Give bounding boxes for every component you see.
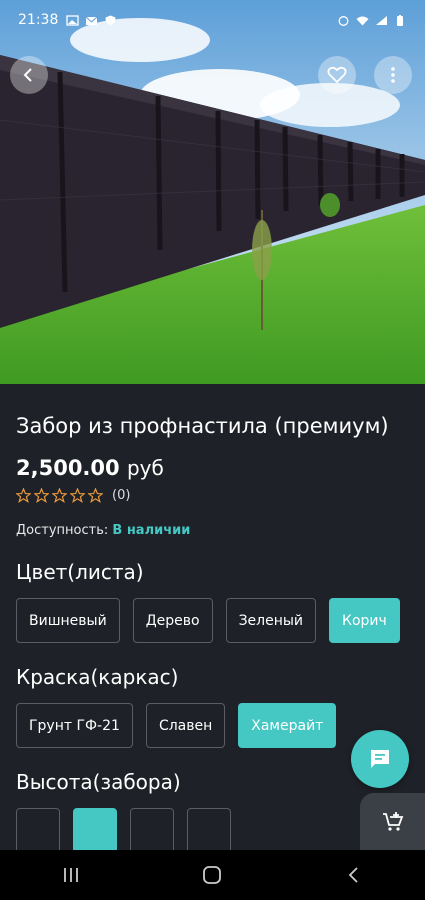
height-option-4[interactable] bbox=[187, 808, 231, 853]
chat-button[interactable] bbox=[351, 730, 409, 788]
color-options: Вишневый Дерево Зеленый Корич bbox=[16, 598, 409, 643]
color-option-cherry[interactable]: Вишневый bbox=[16, 598, 120, 643]
notification-icons bbox=[66, 14, 117, 26]
color-option-green[interactable]: Зеленый bbox=[225, 598, 317, 643]
price-currency: руб bbox=[126, 456, 164, 480]
price-value: 2,500.00 bbox=[16, 456, 120, 480]
recents-icon bbox=[63, 868, 78, 882]
home-button[interactable] bbox=[182, 855, 242, 895]
back-icon bbox=[23, 68, 32, 82]
paint-option-hammerite[interactable]: Хамерайт bbox=[238, 703, 337, 748]
back-button[interactable] bbox=[10, 56, 48, 94]
favorite-button[interactable] bbox=[318, 56, 356, 94]
system-icons bbox=[337, 14, 407, 26]
height-option-3[interactable] bbox=[130, 808, 174, 853]
color-option-title: Цвет(листа) bbox=[16, 560, 144, 584]
status-time: 21:38 bbox=[18, 12, 59, 28]
product-image[interactable] bbox=[0, 0, 425, 384]
star-icon bbox=[34, 488, 49, 503]
color-option-brown[interactable]: Корич bbox=[329, 598, 400, 643]
nav-back-button[interactable] bbox=[324, 855, 384, 895]
nav-back-icon bbox=[348, 867, 358, 883]
home-icon bbox=[203, 866, 222, 884]
star-icon bbox=[52, 488, 67, 503]
wifi-icon bbox=[356, 16, 369, 25]
star-icon bbox=[88, 488, 103, 503]
paint-option-slaven[interactable]: Славен bbox=[145, 703, 226, 748]
status-bar: 21:38 bbox=[0, 0, 425, 40]
rating-count: (0) bbox=[112, 488, 131, 503]
height-option-title: Высота(забора) bbox=[16, 770, 181, 794]
product-rating[interactable]: (0) bbox=[16, 488, 409, 503]
star-icon bbox=[70, 488, 85, 503]
height-option-2[interactable] bbox=[73, 808, 117, 853]
gallery-icon bbox=[66, 14, 80, 26]
mail-icon bbox=[86, 16, 98, 25]
height-option-1[interactable] bbox=[16, 808, 60, 853]
availability: Доступность: В наличии bbox=[16, 523, 409, 538]
paint-option-title: Краска(каркас) bbox=[16, 665, 179, 689]
paint-option-primer[interactable]: Грунт ГФ-21 bbox=[16, 703, 133, 748]
system-nav-bar bbox=[0, 850, 425, 900]
alarm-icon bbox=[338, 15, 349, 26]
shield-icon bbox=[105, 15, 116, 25]
signal-icon bbox=[376, 15, 387, 25]
fence-photo bbox=[0, 0, 425, 384]
heart-icon bbox=[327, 66, 347, 84]
more-vertical-icon bbox=[391, 67, 395, 83]
add-to-cart-icon bbox=[382, 812, 403, 831]
more-options-button[interactable] bbox=[374, 56, 412, 94]
height-options bbox=[16, 808, 409, 853]
product-title: Забор из профнастила (премиум) bbox=[16, 414, 389, 438]
paint-options: Грунт ГФ-21 Славен Хамерайт bbox=[16, 703, 409, 748]
availability-value: В наличии bbox=[112, 523, 191, 538]
add-to-cart-button[interactable] bbox=[360, 793, 425, 851]
color-option-wood[interactable]: Дерево bbox=[132, 598, 213, 643]
availability-label: Доступность: bbox=[16, 523, 109, 538]
product-price: 2,500.00 руб bbox=[16, 456, 409, 480]
recents-button[interactable] bbox=[41, 855, 101, 895]
chat-icon bbox=[371, 750, 389, 768]
battery-icon bbox=[397, 14, 403, 26]
star-icon bbox=[16, 488, 31, 503]
